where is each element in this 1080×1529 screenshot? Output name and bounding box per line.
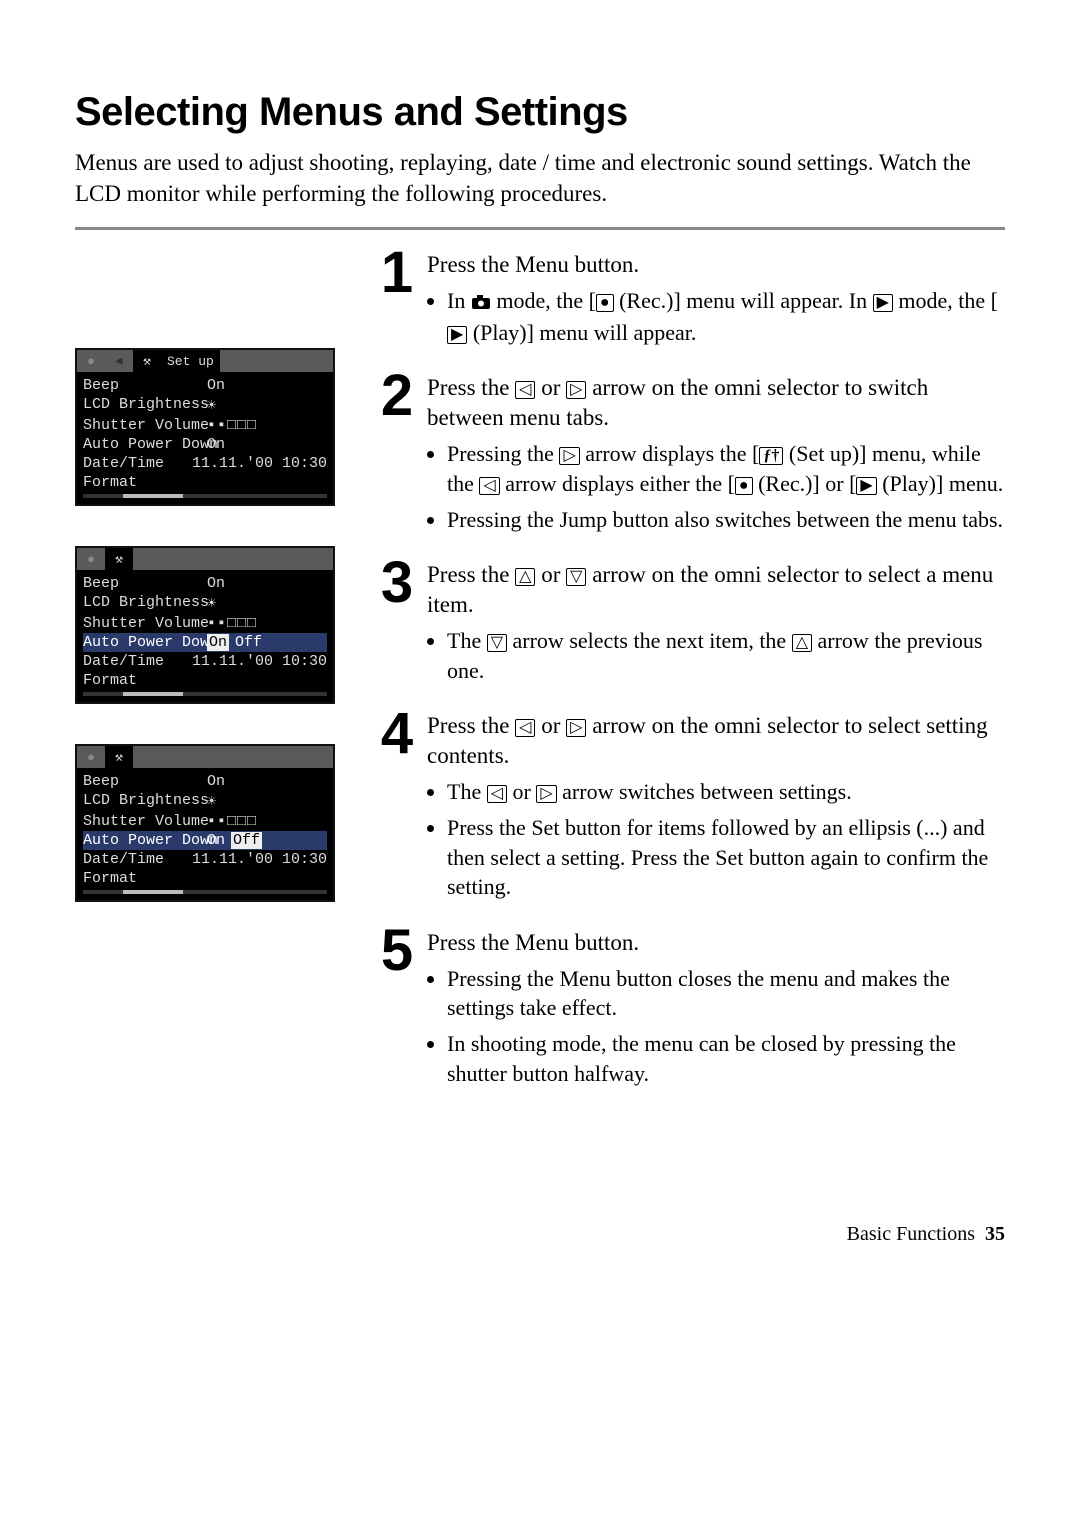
page-title: Selecting Menus and Settings — [75, 90, 1005, 135]
step-3: 3Press the △ or ▽ arrow on the omni sele… — [373, 558, 1005, 691]
lcd-dt-label: Date/Time — [83, 653, 186, 670]
step-heading: Press the Menu button. — [427, 250, 1005, 280]
lcd-beep-val: On — [207, 377, 225, 394]
lcd-bright-val: ☀ — [207, 594, 216, 613]
step-heading: Press the △ or ▽ arrow on the omni selec… — [427, 560, 1005, 620]
left-arrow-icon: ◁ — [515, 381, 535, 399]
step-number: 5 — [373, 926, 421, 975]
divider — [75, 227, 1005, 230]
lcd-beep-val: On — [207, 773, 225, 790]
tools-tab-icon: ⚒ — [105, 548, 133, 570]
lcd-row-highlighted: Auto Power DownOnOff — [83, 633, 327, 652]
footer-section: Basic Functions — [847, 1223, 975, 1245]
steps-column: 1Press the Menu button.In mode, the [● (… — [373, 248, 1005, 1112]
camera-tab-icon: ● — [77, 746, 105, 768]
footer-page-num: 35 — [985, 1223, 1005, 1245]
lcd-apd-val: On — [207, 436, 225, 453]
camera-tab-icon: ● — [77, 548, 105, 570]
step-number: 2 — [373, 371, 421, 420]
step-bullets: The ◁ or ▷ arrow switches between settin… — [427, 777, 1005, 902]
lcd-dt-val: 11.11.'00 10:30 — [192, 653, 327, 670]
step-heading: Press the ◁ or ▷ arrow on the omni selec… — [427, 373, 1005, 433]
step-bullets: In mode, the [● (Rec.)] menu will appear… — [427, 286, 1005, 347]
play-box-icon: ▶ — [447, 326, 467, 344]
left-arrow-icon: ◁ — [479, 477, 499, 495]
lcd-dt-label: Date/Time — [83, 455, 186, 472]
lcd-shutter-val: ▪▪□□□ — [207, 417, 257, 434]
play-mode-icon: ▶ — [873, 294, 893, 312]
right-arrow-icon: ▷ — [566, 381, 586, 399]
lcd-bright-label: LCD Brightness — [83, 396, 201, 415]
step-bullet: In mode, the [● (Rec.)] menu will appear… — [447, 286, 1005, 347]
right-arrow-icon: ▷ — [566, 719, 586, 737]
step-bullet: In shooting mode, the menu can be closed… — [447, 1029, 1005, 1088]
camera-icon — [471, 288, 491, 318]
step-number: 3 — [373, 558, 421, 607]
tools-tab-icon: ⚒ — [133, 350, 161, 372]
step-2: 2Press the ◁ or ▷ arrow on the omni sele… — [373, 371, 1005, 540]
lcd-bright-label: LCD Brightness — [83, 594, 201, 613]
lcd-fmt-label: Format — [83, 672, 201, 689]
play-box-icon: ▶ — [856, 477, 876, 495]
camera-tab-icon: ● — [77, 350, 105, 372]
lcd-screenshot-2: ● ⚒ Beep On LCD Brightness ☀ Shutter Volum… — [75, 546, 335, 704]
lcd-column: ● ◄ ⚒ Set up Beep On LCD Brightness ☀ Shut… — [75, 248, 345, 1112]
lcd-beep-label: Beep — [83, 575, 201, 592]
lcd-screenshot-3: ● ⚒ Beep On LCD Brightness ☀ Shutter Volum… — [75, 744, 335, 902]
lcd-beep-label: Beep — [83, 773, 201, 790]
step-5: 5Press the Menu button. Pressing the Menu… — [373, 926, 1005, 1095]
step-4: 4Press the ◁ or ▷ arrow on the omni sele… — [373, 709, 1005, 908]
step-bullet: The ◁ or ▷ arrow switches between settin… — [447, 777, 1005, 807]
step-number: 1 — [373, 248, 421, 297]
play-tab-icon: ◄ — [105, 350, 133, 372]
tools-icon: ƒ† — [759, 447, 783, 465]
step-bullets: Pressing the Menu button closes the menu… — [427, 964, 1005, 1089]
left-arrow-icon: ◁ — [487, 785, 507, 803]
lcd-bright-val: ☀ — [207, 792, 216, 811]
setup-tab-label: Set up — [161, 350, 220, 372]
step-bullet: Pressing the Jump button also switches b… — [447, 505, 1005, 535]
step-bullets: Pressing the ▷ arrow displays the [ƒ† (S… — [427, 439, 1005, 534]
lcd-screenshot-1: ● ◄ ⚒ Set up Beep On LCD Brightness ☀ Shut… — [75, 348, 335, 506]
right-arrow-icon: ▷ — [536, 785, 556, 803]
page-footer: Basic Functions 35 — [75, 1223, 1005, 1246]
right-arrow-icon: ▷ — [559, 447, 579, 465]
lcd-beep-val: On — [207, 575, 225, 592]
lcd-shutter-label: Shutter Volume — [83, 615, 201, 632]
lcd-dt-val: 11.11.'00 10:30 — [192, 851, 327, 868]
lcd-fmt-label: Format — [83, 870, 201, 887]
step-number: 4 — [373, 709, 421, 758]
step-bullet: Press the Set button for items followed … — [447, 813, 1005, 902]
lcd-fmt-label: Format — [83, 474, 201, 491]
lcd-shutter-val: ▪▪□□□ — [207, 615, 257, 632]
down-arrow-icon: ▽ — [566, 568, 586, 586]
lcd-shutter-label: Shutter Volume — [83, 417, 201, 434]
lcd-shutter-label: Shutter Volume — [83, 813, 201, 830]
step-1: 1Press the Menu button. In mode, the [● (… — [373, 248, 1005, 353]
lcd-row-highlighted: Auto Power DownOnOff — [83, 831, 327, 850]
lcd-beep-label: Beep — [83, 377, 201, 394]
up-arrow-icon: △ — [792, 634, 812, 652]
rec-icon: ● — [596, 294, 614, 312]
lcd-bright-label: LCD Brightness — [83, 792, 201, 811]
lcd-dt-label: Date/Time — [83, 851, 186, 868]
lcd-shutter-val: ▪▪□□□ — [207, 813, 257, 830]
step-heading: Press the ◁ or ▷ arrow on the omni selec… — [427, 711, 1005, 771]
up-arrow-icon: △ — [515, 568, 535, 586]
step-heading: Press the Menu button. — [427, 928, 1005, 958]
lcd-dt-val: 11.11.'00 10:30 — [192, 455, 327, 472]
step-bullet: The ▽ arrow selects the next item, the △… — [447, 626, 1005, 685]
tools-tab-icon: ⚒ — [105, 746, 133, 768]
step-bullet: Pressing the Menu button closes the menu… — [447, 964, 1005, 1023]
down-arrow-icon: ▽ — [487, 634, 507, 652]
lcd-bright-val: ☀ — [207, 396, 216, 415]
intro-text: Menus are used to adjust shooting, repla… — [75, 147, 1005, 209]
step-bullet: Pressing the ▷ arrow displays the [ƒ† (S… — [447, 439, 1005, 498]
left-arrow-icon: ◁ — [515, 719, 535, 737]
lcd-apd-label: Auto Power Down — [83, 436, 201, 453]
rec-icon: ● — [735, 477, 753, 495]
step-bullets: The ▽ arrow selects the next item, the △… — [427, 626, 1005, 685]
